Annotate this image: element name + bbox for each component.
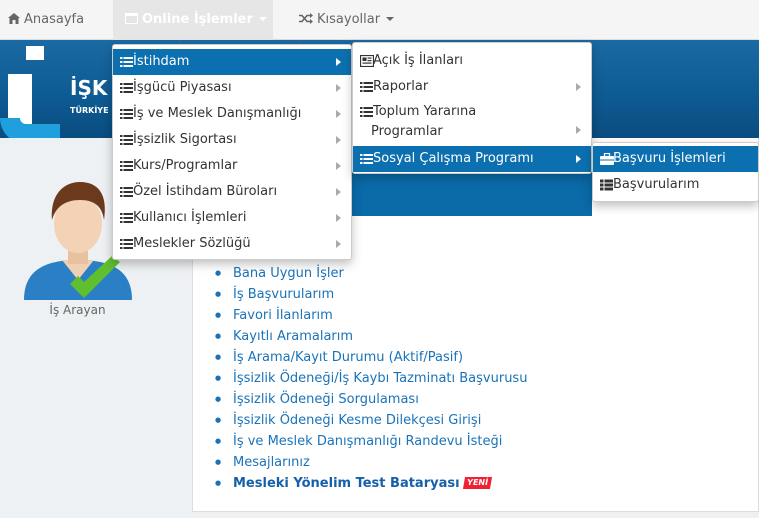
menu-item-label: Açık İş İlanları (373, 53, 464, 68)
nav-online-label: Online İşlemler (142, 12, 253, 27)
menu-item-label: Toplum Yararına (373, 104, 477, 119)
menu-item-kullanici-islemleri[interactable]: Kullanıcı İşlemleri (113, 205, 351, 231)
list-item[interactable]: İşsizlik Ödeneği Kesme Dilekçesi Girişi (215, 410, 527, 431)
chevron-right-icon (336, 240, 341, 248)
chevron-right-icon (336, 214, 341, 222)
menu-item-istihdam[interactable]: İstihdam (113, 49, 351, 75)
list-icon (120, 161, 133, 171)
menu-item-label: Başvuru İşlemleri (613, 151, 726, 166)
newspaper-icon (360, 55, 374, 67)
list-icon (120, 239, 133, 249)
menu-item-is-ve-meslek[interactable]: İş ve Meslek Danışmanlığı (113, 101, 351, 127)
chevron-right-icon (336, 162, 341, 170)
chevron-right-icon (336, 84, 341, 92)
list-item[interactable]: Bana Uygun İşler (215, 263, 527, 284)
list-item[interactable]: İş Başvurularım (215, 284, 527, 305)
new-badge: YENİ (462, 477, 492, 489)
logo-mark (0, 118, 60, 138)
nav-kisayollar[interactable]: Kısayollar (299, 0, 395, 40)
list-icon (360, 107, 373, 117)
profile-label: İş Arayan (49, 303, 106, 317)
list-item[interactable]: Favori İlanlarım (215, 305, 527, 326)
chevron-right-icon (576, 126, 581, 134)
menu-item-label: Raporlar (373, 79, 429, 94)
caret-down-icon (258, 17, 267, 21)
shuffle-icon (299, 13, 313, 24)
list-item[interactable]: Mesajlarınız (215, 452, 527, 473)
logo-subtext: TÜRKİYE (70, 106, 109, 115)
list-icon (120, 135, 133, 145)
menu-item-label: İş ve Meslek Danışmanlığı (133, 106, 302, 121)
list-icon (120, 109, 133, 119)
list-icon (120, 57, 133, 67)
menu-item-basvurularim[interactable]: Başvurularım (593, 172, 758, 198)
home-icon (8, 13, 20, 24)
list-item-highlighted[interactable]: Mesleki Yönelim Test BataryasıYENİ (215, 473, 527, 494)
list-icon (120, 83, 133, 93)
sosyal-calisma-submenu: Başvuru İşlemleri Başvurularım (592, 142, 759, 202)
nav-kisayollar-label: Kısayollar (317, 12, 381, 27)
menu-item-kurs-programlar[interactable]: Kurs/Programlar (113, 153, 351, 179)
menu-item-sosyal-calisma[interactable]: Sosyal Çalışma Programı (353, 146, 591, 172)
nav-home[interactable]: Anasayfa (8, 0, 84, 40)
nav-online-islemler[interactable]: Online İşlemler (113, 0, 273, 40)
online-islemler-menu: İstihdam İşgücü Piyasası İş ve Meslek Da… (112, 44, 352, 260)
logo-text: İŞK (70, 76, 108, 100)
menu-item-toplum-yararina[interactable]: Toplum Yararına Programlar (353, 100, 591, 144)
menu-item-label: İstihdam (133, 54, 190, 69)
caret-down-icon (386, 17, 395, 21)
menu-item-label: Kullanıcı İşlemleri (133, 210, 247, 225)
istihdam-submenu: Açık İş İlanları Raporlar Toplum Yararın… (352, 42, 592, 174)
list-icon (360, 154, 373, 164)
menu-item-isgucu-piyasasi[interactable]: İşgücü Piyasası (113, 75, 351, 101)
window-icon (125, 13, 138, 24)
chevron-right-icon (336, 110, 341, 118)
menu-item-acik-is-ilanlari[interactable]: Açık İş İlanları (353, 48, 591, 74)
top-navbar: Anasayfa Online İşlemler Kısayollar (0, 0, 759, 40)
quick-links: Bana Uygun İşler İş Başvurularım Favori … (215, 263, 527, 494)
list-item[interactable]: İşsizlik Ödeneği Sorgulaması (215, 389, 527, 410)
list-icon (120, 187, 133, 197)
th-list-icon (600, 179, 613, 191)
nav-home-label: Anasayfa (24, 12, 85, 27)
menu-item-label: Sosyal Çalışma Programı (373, 151, 534, 166)
chevron-right-icon (576, 155, 581, 163)
menu-item-issizlik-sigortasi[interactable]: İşsizlik Sigortası (113, 127, 351, 153)
list-item-label: Mesleki Yönelim Test Bataryası (233, 476, 460, 491)
list-icon (360, 82, 373, 92)
menu-item-label-line2: Programlar (371, 124, 443, 139)
menu-item-label: Başvurularım (613, 177, 700, 192)
chevron-right-icon (336, 136, 341, 144)
chevron-right-icon (336, 188, 341, 196)
list-icon (120, 213, 133, 223)
menu-item-raporlar[interactable]: Raporlar (353, 74, 591, 100)
menu-item-label: İşgücü Piyasası (133, 80, 232, 95)
menu-item-basvuru-islemleri[interactable]: Başvuru İşlemleri (593, 146, 758, 172)
menu-item-ozel-istihdam[interactable]: Özel İstihdam Büroları (113, 179, 351, 205)
list-item[interactable]: İşsizlik Ödeneği/İş Kaybı Tazminatı Başv… (215, 368, 527, 389)
chevron-right-icon (576, 83, 581, 91)
menu-item-label: Özel İstihdam Büroları (133, 184, 278, 199)
menu-item-label: Meslekler Sözlüğü (133, 236, 251, 251)
list-item[interactable]: İş ve Meslek Danışmanlığı Randevu İsteği (215, 431, 527, 452)
list-item[interactable]: Kayıtlı Aramalarım (215, 326, 527, 347)
list-item[interactable]: İş Arama/Kayıt Durumu (Aktif/Pasif) (215, 347, 527, 368)
menu-item-label: Kurs/Programlar (133, 158, 238, 173)
menu-item-label: İşsizlik Sigortası (133, 132, 237, 147)
briefcase-icon (600, 153, 614, 165)
menu-item-meslekler-sozlugu[interactable]: Meslekler Sözlüğü (113, 231, 351, 257)
logo-mark (26, 46, 44, 60)
chevron-right-icon (336, 58, 341, 66)
